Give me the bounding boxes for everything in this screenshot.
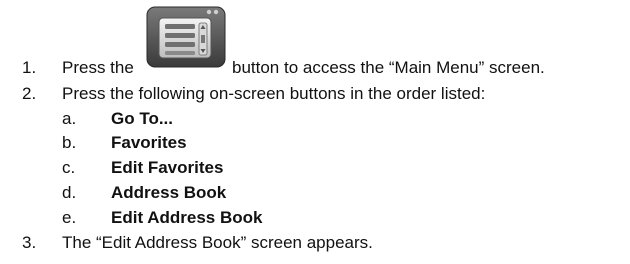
- substep-label: Address Book: [111, 183, 227, 202]
- step-number: 1.: [22, 58, 37, 77]
- step-number: 3.: [22, 233, 37, 252]
- substep-label: Edit Address Book: [111, 208, 263, 227]
- step-text: Press the following on-screen buttons in…: [62, 84, 486, 103]
- substep-letter: a.: [62, 109, 77, 128]
- substep-letter: c.: [62, 158, 76, 177]
- main-menu-list-icon: [146, 6, 226, 68]
- step-text: Press the: [62, 58, 134, 77]
- step-number: 2.: [22, 84, 37, 103]
- substep-label: Favorites: [111, 133, 187, 152]
- substep-letter: e.: [62, 208, 77, 227]
- substep-label: Go To...: [111, 109, 174, 128]
- substep-letter: d.: [62, 183, 77, 202]
- step-text: The “Edit Address Book” screen appears.: [62, 233, 373, 252]
- substep-letter: b.: [62, 133, 77, 152]
- substep-label: Edit Favorites: [111, 158, 224, 177]
- step-text-continued: button to access the “Main Menu” screen.: [232, 58, 545, 77]
